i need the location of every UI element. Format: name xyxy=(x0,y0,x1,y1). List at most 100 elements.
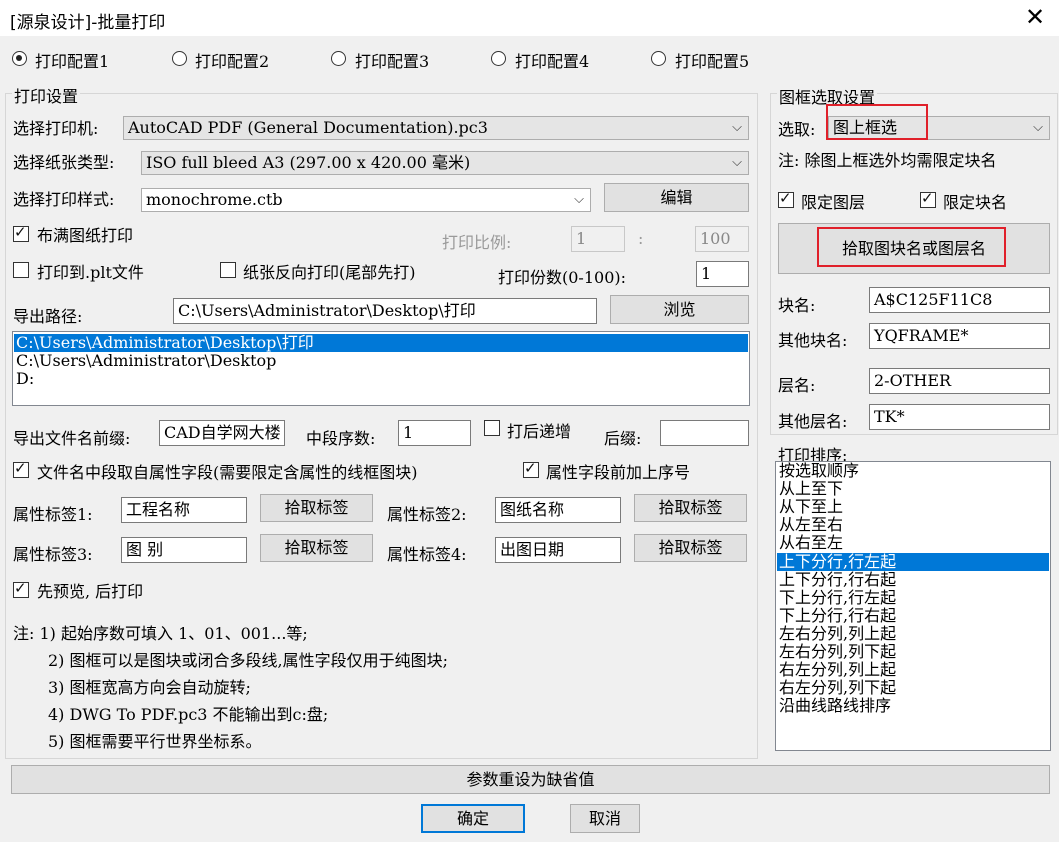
limit-layer-checkbox[interactable] xyxy=(778,189,794,208)
increment-checkbox[interactable] xyxy=(484,420,500,436)
list-item[interactable]: 左右分列,列下起 xyxy=(779,643,896,661)
suffix-label: 后缀: xyxy=(604,429,642,448)
attr-prefix-label: 属性字段前加上序号 xyxy=(546,463,691,482)
plt-file-label: 打印到.plt文件 xyxy=(37,263,144,282)
fit-paper-checkbox[interactable] xyxy=(13,223,29,242)
list-item[interactable]: 左右分列,列上起 xyxy=(779,625,896,643)
chevron-down-icon: ⌵ xyxy=(1033,120,1043,135)
other-block-label: 其他块名: xyxy=(778,331,848,350)
ok-button[interactable]: 确定 xyxy=(421,804,525,833)
list-item[interactable]: 下上分行,行右起 xyxy=(779,607,896,625)
close-icon[interactable]: ✕ xyxy=(1022,4,1048,30)
pick-tag-1-button[interactable]: 拾取标签 xyxy=(260,494,373,522)
reverse-print-checkbox[interactable] xyxy=(220,262,236,278)
printer-select[interactable]: AutoCAD PDF (General Documentation).pc3 … xyxy=(123,116,749,140)
note-line-5: 5) 图框需要平行世界坐标系。 xyxy=(48,732,262,751)
path-list[interactable]: C:\Users\Administrator\Desktop\打印 C:\Use… xyxy=(12,331,750,406)
mid-label: 中段序数: xyxy=(306,429,376,448)
attr3-label: 属性标签3: xyxy=(13,545,93,564)
list-item[interactable]: 从上至下 xyxy=(779,480,843,498)
list-item[interactable]: D: xyxy=(16,370,34,388)
limit-layer-label: 限定图层 xyxy=(801,193,866,212)
list-item[interactable]: 从左至右 xyxy=(779,516,843,534)
note-line-3: 3) 图框宽高方向会自动旋转; xyxy=(48,678,251,697)
preview-checkbox[interactable] xyxy=(13,579,29,598)
attr2-field[interactable]: 图纸名称 xyxy=(495,497,621,523)
radio-config-1[interactable] xyxy=(12,51,27,66)
mid-field[interactable]: 1 xyxy=(398,420,471,446)
attr1-label: 属性标签1: xyxy=(13,505,93,524)
list-item[interactable]: 从右至左 xyxy=(779,534,843,552)
pick-tag-2-button[interactable]: 拾取标签 xyxy=(634,494,747,522)
window-title: [源泉设计]-批量打印 xyxy=(10,13,166,33)
highlight-box xyxy=(817,227,1006,267)
list-item[interactable]: C:\Users\Administrator\Desktop xyxy=(16,352,276,370)
pick-mode-label: 选取: xyxy=(778,120,816,139)
limit-block-checkbox[interactable] xyxy=(920,189,936,208)
fit-paper-label: 布满图纸打印 xyxy=(37,226,134,245)
pick-note: 注: 除图上框选外均需限定块名 xyxy=(778,151,997,170)
edit-button[interactable]: 编辑 xyxy=(604,183,749,212)
reset-defaults-button[interactable]: 参数重设为缺省值 xyxy=(11,765,1050,794)
layer-field[interactable]: 2-OTHER xyxy=(869,368,1050,394)
list-item[interactable]: 右左分列,列下起 xyxy=(779,679,896,697)
cancel-button[interactable]: 取消 xyxy=(570,804,640,833)
limit-block-label: 限定块名 xyxy=(943,193,1008,212)
printer-value: AutoCAD PDF (General Documentation).pc3 xyxy=(128,118,488,137)
prefix-label: 导出文件名前缀: xyxy=(13,429,131,448)
style-label: 选择打印样式: xyxy=(13,190,115,209)
attr2-label: 属性标签2: xyxy=(387,505,467,524)
style-select[interactable]: monochrome.ctb ⌵ xyxy=(141,188,591,212)
paper-select[interactable]: ISO full bleed A3 (297.00 x 420.00 毫米) ⌵ xyxy=(141,151,749,175)
sort-list[interactable]: 按选取顺序 从上至下 从下至上 从左至右 从右至左 上下分行,行左起 上下分行,… xyxy=(775,461,1051,751)
layer-label: 层名: xyxy=(778,376,816,395)
scale-b-field[interactable]: 100 xyxy=(695,226,749,252)
attr-prefix-checkbox[interactable] xyxy=(523,459,539,478)
config-1-label: 打印配置1 xyxy=(35,52,110,71)
config-2-label: 打印配置2 xyxy=(195,52,270,71)
reverse-print-label: 纸张反向打印(尾部先打) xyxy=(243,263,416,282)
plt-file-checkbox[interactable] xyxy=(13,262,29,278)
radio-config-4[interactable] xyxy=(491,51,506,66)
suffix-field[interactable] xyxy=(660,420,749,446)
scale-a-field[interactable]: 1 xyxy=(571,226,625,252)
browse-button[interactable]: 浏览 xyxy=(610,295,749,324)
chevron-down-icon: ⌵ xyxy=(732,155,742,170)
radio-config-5[interactable] xyxy=(651,51,666,66)
other-block-field[interactable]: YQFRAME* xyxy=(869,323,1050,349)
style-value: monochrome.ctb xyxy=(146,190,283,209)
list-item[interactable]: 从下至上 xyxy=(779,498,843,516)
other-layer-field[interactable]: TK* xyxy=(869,404,1050,430)
list-item[interactable]: 右左分列,列上起 xyxy=(779,661,896,679)
block-field[interactable]: A$C125F11C8 xyxy=(869,287,1050,313)
config-4-label: 打印配置4 xyxy=(515,52,590,71)
pick-tag-4-button[interactable]: 拾取标签 xyxy=(634,534,747,562)
chevron-down-icon: ⌵ xyxy=(732,120,742,135)
chevron-down-icon: ⌵ xyxy=(574,192,584,207)
radio-config-3[interactable] xyxy=(331,51,346,66)
list-item[interactable]: 沿曲线路线排序 xyxy=(779,697,891,715)
prefix-field[interactable]: CAD自学网大楼 xyxy=(159,420,285,446)
printer-label: 选择打印机: xyxy=(13,119,99,138)
radio-config-2[interactable] xyxy=(172,51,187,66)
attr3-field[interactable]: 图 别 xyxy=(121,537,247,563)
highlight-box xyxy=(826,104,928,140)
list-item-selected[interactable]: 上下分行,行左起 xyxy=(777,553,1049,571)
other-layer-label: 其他层名: xyxy=(778,412,848,431)
list-item[interactable]: C:\Users\Administrator\Desktop\打印 xyxy=(14,334,748,352)
attr-mid-label: 文件名中段取自属性字段(需要限定含属性的线框图块) xyxy=(37,463,418,482)
attr1-field[interactable]: 工程名称 xyxy=(121,497,247,523)
path-field[interactable]: C:\Users\Administrator\Desktop\打印 xyxy=(173,298,597,324)
attr-mid-checkbox[interactable] xyxy=(13,459,29,478)
increment-label: 打后递增 xyxy=(507,422,572,441)
attr4-field[interactable]: 出图日期 xyxy=(495,537,621,563)
list-item[interactable]: 上下分行,行右起 xyxy=(779,571,896,589)
paper-value: ISO full bleed A3 (297.00 x 420.00 毫米) xyxy=(146,153,471,172)
copies-field[interactable]: 1 xyxy=(696,261,749,287)
list-item[interactable]: 按选取顺序 xyxy=(779,462,859,480)
list-item[interactable]: 下上分行,行左起 xyxy=(779,589,896,607)
pick-tag-3-button[interactable]: 拾取标签 xyxy=(260,534,373,562)
note-line-2: 2) 图框可以是图块或闭合多段线,属性字段仅用于纯图块; xyxy=(48,651,448,670)
block-label: 块名: xyxy=(778,296,816,315)
note-line-4: 4) DWG To PDF.pc3 不能输出到c:盘; xyxy=(48,705,329,724)
